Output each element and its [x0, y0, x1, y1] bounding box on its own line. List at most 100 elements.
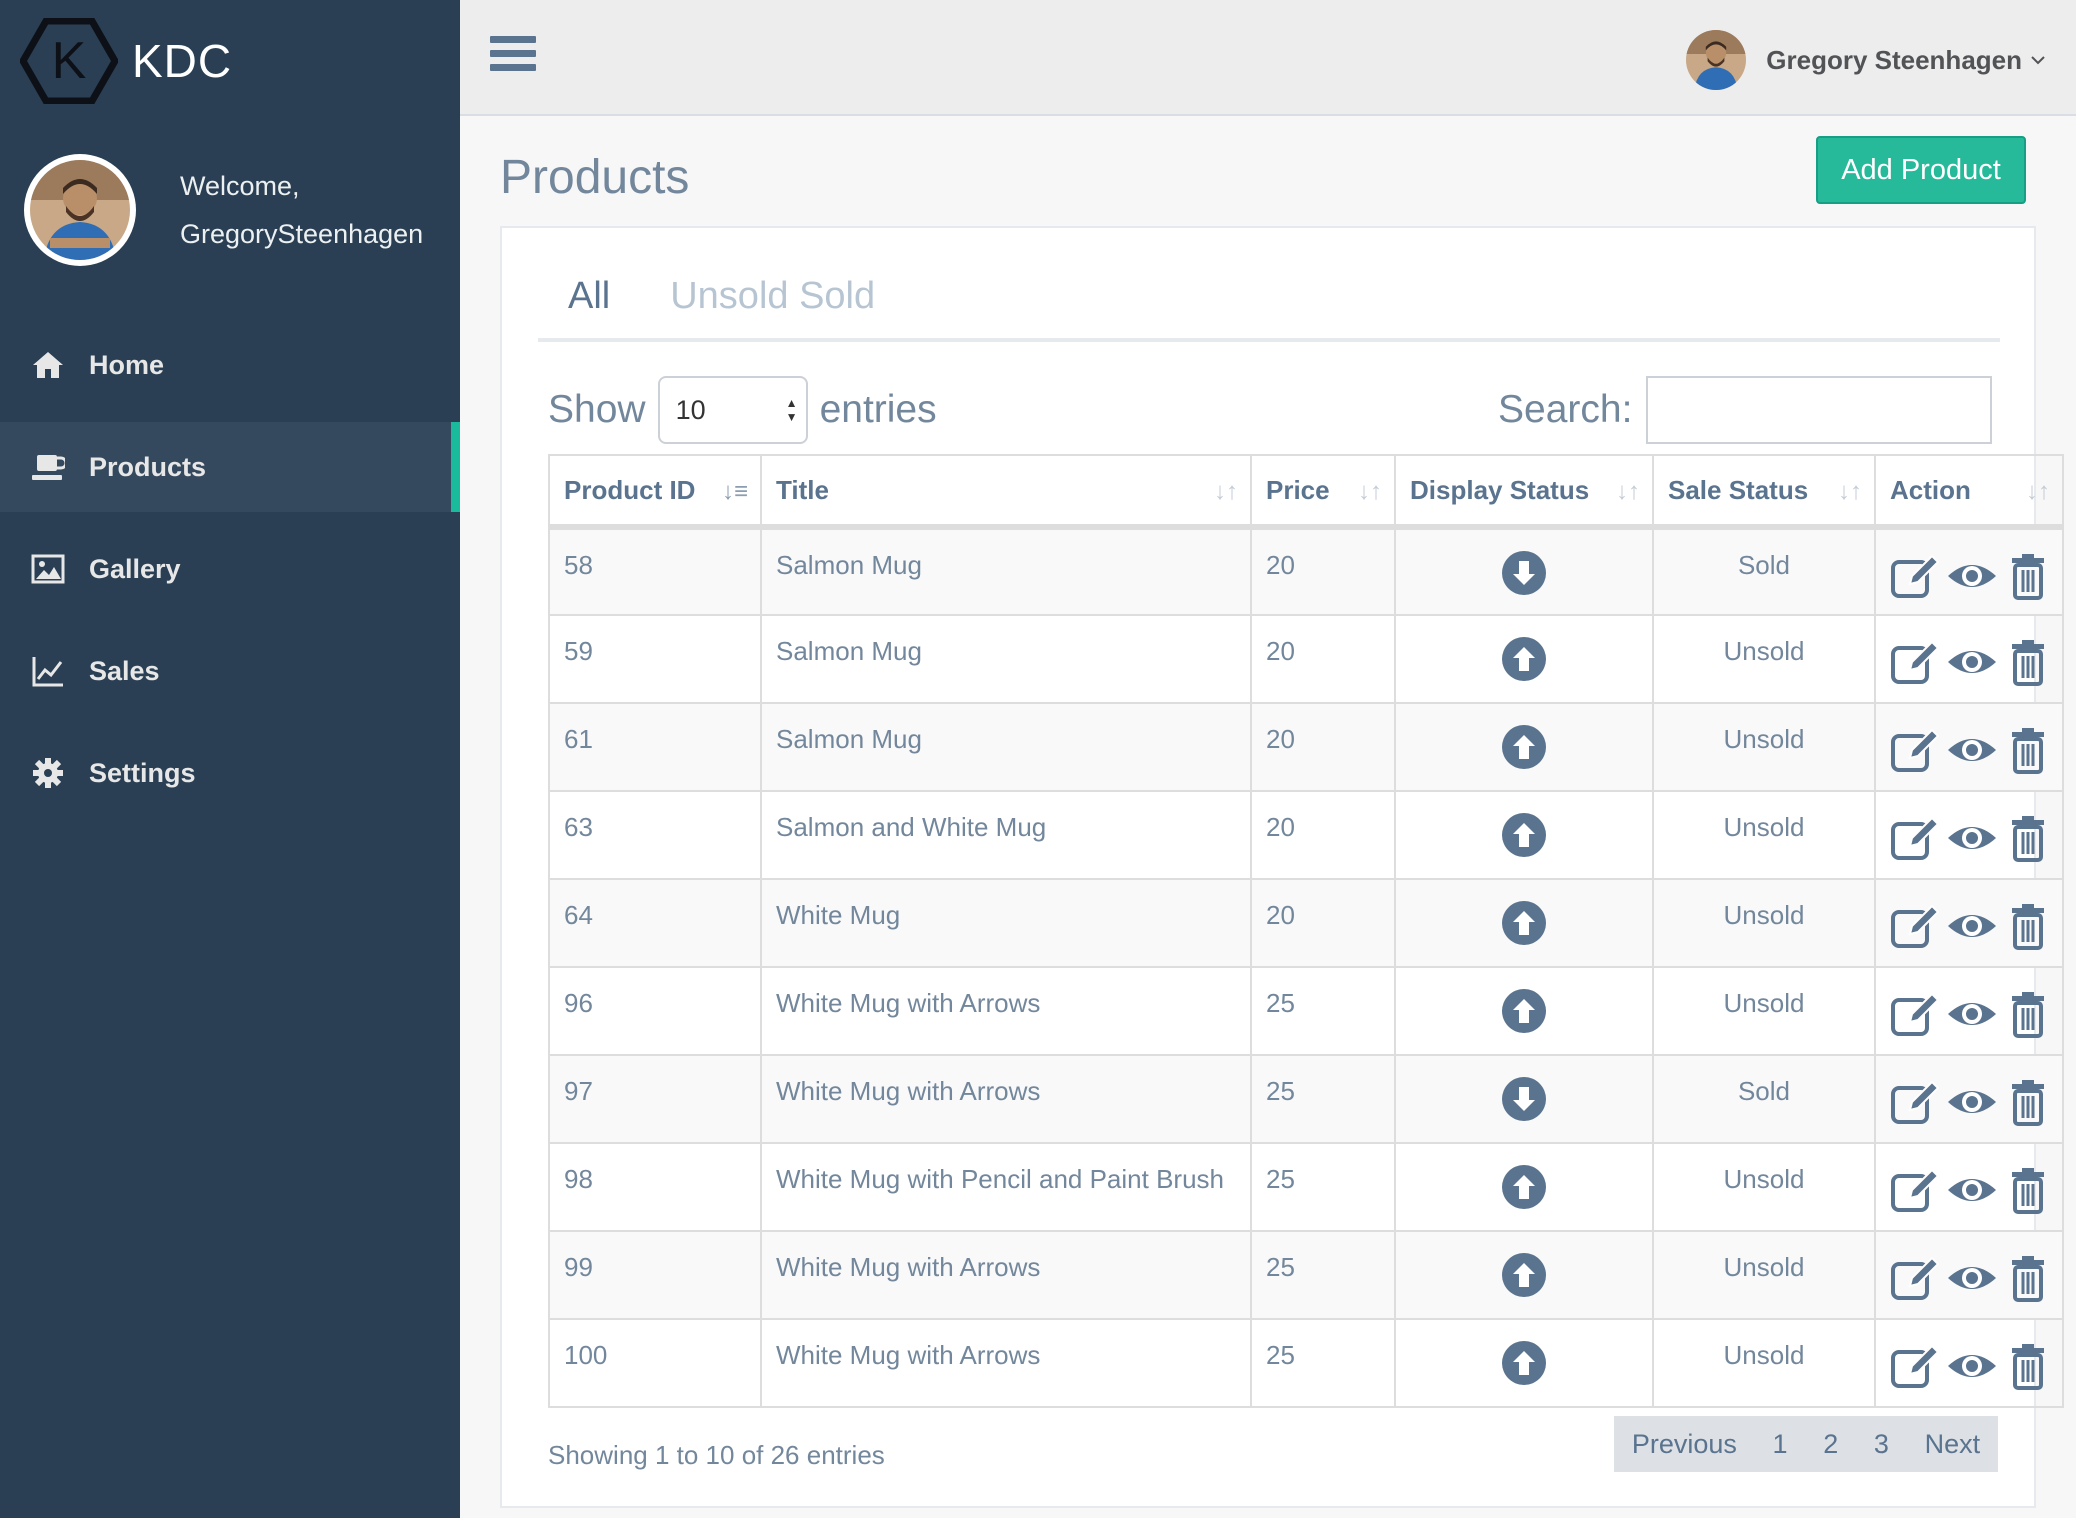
image-icon	[30, 551, 66, 587]
arrow-up-circle-icon[interactable]	[1501, 1341, 1547, 1392]
view-eye-icon[interactable]	[1946, 1166, 1998, 1221]
column-header-product-id[interactable]: Product ID ↓≡	[548, 454, 762, 530]
trash-icon[interactable]	[2002, 1078, 2054, 1133]
edit-icon[interactable]	[1890, 1342, 1942, 1397]
arrow-down-circle-icon[interactable]	[1501, 1077, 1547, 1128]
sidebar-item-settings[interactable]: Settings	[0, 728, 460, 818]
arrow-up-circle-icon[interactable]	[1501, 725, 1547, 776]
sidebar-item-label: Sales	[89, 655, 160, 686]
brand[interactable]: K KDC	[20, 18, 232, 104]
sort-icon: ↓≡	[721, 478, 748, 505]
view-eye-icon[interactable]	[1946, 552, 1998, 607]
tab-unsold-sold[interactable]: Unsold Sold	[640, 264, 905, 328]
cell-title: White Mug with Arrows	[760, 1230, 1252, 1320]
view-eye-icon[interactable]	[1946, 1342, 1998, 1397]
cell-sale-status: Unsold	[1652, 1142, 1876, 1232]
trash-icon[interactable]	[2002, 1254, 2054, 1309]
pagination-page-3[interactable]: 3	[1874, 1429, 1889, 1460]
arrow-up-circle-icon[interactable]	[1501, 1165, 1547, 1216]
sidebar-item-label: Products	[89, 451, 207, 482]
trash-icon[interactable]	[2002, 638, 2054, 693]
trash-icon[interactable]	[2002, 726, 2054, 781]
cell-price: 20	[1250, 702, 1396, 792]
arrow-down-circle-icon[interactable]	[1501, 551, 1547, 602]
arrow-up-circle-icon[interactable]	[1501, 637, 1547, 688]
pagination-page-1[interactable]: 1	[1773, 1429, 1788, 1460]
pagination-next[interactable]: Next	[1925, 1429, 1981, 1460]
cell-display-status	[1394, 790, 1654, 880]
column-header-sale-status[interactable]: Sale Status ↓↑	[1652, 454, 1876, 530]
view-eye-icon[interactable]	[1946, 1254, 1998, 1309]
cell-title: White Mug with Pencil and Paint Brush	[760, 1142, 1252, 1232]
cell-actions	[1874, 1318, 2064, 1408]
user-menu[interactable]: Gregory Steenhagen	[1686, 30, 2046, 90]
cell-price: 20	[1250, 614, 1396, 704]
edit-icon[interactable]	[1890, 814, 1942, 869]
cell-display-status	[1394, 614, 1654, 704]
edit-icon[interactable]	[1890, 726, 1942, 781]
trash-icon[interactable]	[2002, 1342, 2054, 1397]
view-eye-icon[interactable]	[1946, 638, 1998, 693]
view-eye-icon[interactable]	[1946, 902, 1998, 957]
sidebar: K KDC Welcome, GregorySteenhagen Home Pr…	[0, 0, 460, 1518]
cell-product-id: 58	[548, 526, 762, 616]
pagination: Previous 1 2 3 Next	[1614, 1416, 1998, 1472]
edit-icon[interactable]	[1890, 1166, 1942, 1221]
sidebar-item-home[interactable]: Home	[0, 320, 460, 410]
column-header-action[interactable]: Action ↓↑	[1874, 454, 2064, 530]
column-header-title[interactable]: Title ↓↑	[760, 454, 1252, 530]
cell-price: 25	[1250, 1230, 1396, 1320]
edit-icon[interactable]	[1890, 552, 1942, 607]
arrow-up-circle-icon[interactable]	[1501, 813, 1547, 864]
brand-name: KDC	[132, 35, 233, 87]
add-product-button[interactable]: Add Product	[1816, 136, 2026, 204]
view-eye-icon[interactable]	[1946, 990, 1998, 1045]
pagination-page-2[interactable]: 2	[1823, 1429, 1838, 1460]
cell-product-id: 64	[548, 878, 762, 968]
cell-product-id: 59	[548, 614, 762, 704]
tab-all[interactable]: All	[538, 264, 640, 328]
cell-price: 25	[1250, 966, 1396, 1056]
trash-icon[interactable]	[2002, 1166, 2054, 1221]
trash-icon[interactable]	[2002, 902, 2054, 957]
table-row: 63 Salmon and White Mug 20 Unsold	[548, 790, 2064, 880]
cell-sale-status: Unsold	[1652, 702, 1876, 792]
sidebar-item-gallery[interactable]: Gallery	[0, 524, 460, 614]
arrow-up-circle-icon[interactable]	[1501, 1253, 1547, 1304]
view-eye-icon[interactable]	[1946, 726, 1998, 781]
edit-icon[interactable]	[1890, 1078, 1942, 1133]
cell-display-status	[1394, 878, 1654, 968]
cell-actions	[1874, 790, 2064, 880]
profile: Welcome, GregorySteenhagen	[24, 154, 423, 266]
arrow-up-circle-icon[interactable]	[1501, 901, 1547, 952]
cell-product-id: 63	[548, 790, 762, 880]
edit-icon[interactable]	[1890, 1254, 1942, 1309]
avatar	[24, 154, 136, 266]
sidebar-item-products[interactable]: Products	[0, 422, 460, 512]
chevron-down-icon	[2031, 56, 2045, 65]
arrow-up-circle-icon[interactable]	[1501, 989, 1547, 1040]
column-header-display-status[interactable]: Display Status ↓↑	[1394, 454, 1654, 530]
column-header-price[interactable]: Price ↓↑	[1250, 454, 1396, 530]
edit-icon[interactable]	[1890, 902, 1942, 957]
search-input[interactable]	[1646, 376, 1993, 444]
trash-icon[interactable]	[2002, 552, 2054, 607]
edit-icon[interactable]	[1890, 638, 1942, 693]
edit-icon[interactable]	[1890, 990, 1942, 1045]
cell-title: Salmon and White Mug	[760, 790, 1252, 880]
trash-icon[interactable]	[2002, 814, 2054, 869]
profile-username: GregorySteenhagen	[180, 219, 424, 249]
menu-toggle-icon[interactable]	[490, 36, 536, 76]
search-label: Search:	[1498, 388, 1633, 431]
entries-select[interactable]: 10 ▲ ▼	[657, 376, 808, 444]
table-row: 64 White Mug 20 Unsold	[548, 878, 2064, 968]
table-row: 61 Salmon Mug 20 Unsold	[548, 702, 2064, 792]
view-eye-icon[interactable]	[1946, 814, 1998, 869]
view-eye-icon[interactable]	[1946, 1078, 1998, 1133]
pagination-previous[interactable]: Previous	[1632, 1429, 1737, 1460]
cell-product-id: 61	[548, 702, 762, 792]
trash-icon[interactable]	[2002, 990, 2054, 1045]
cell-price: 20	[1250, 878, 1396, 968]
table-row: 96 White Mug with Arrows 25 Unsold	[548, 966, 2064, 1056]
sidebar-item-sales[interactable]: Sales	[0, 626, 460, 716]
